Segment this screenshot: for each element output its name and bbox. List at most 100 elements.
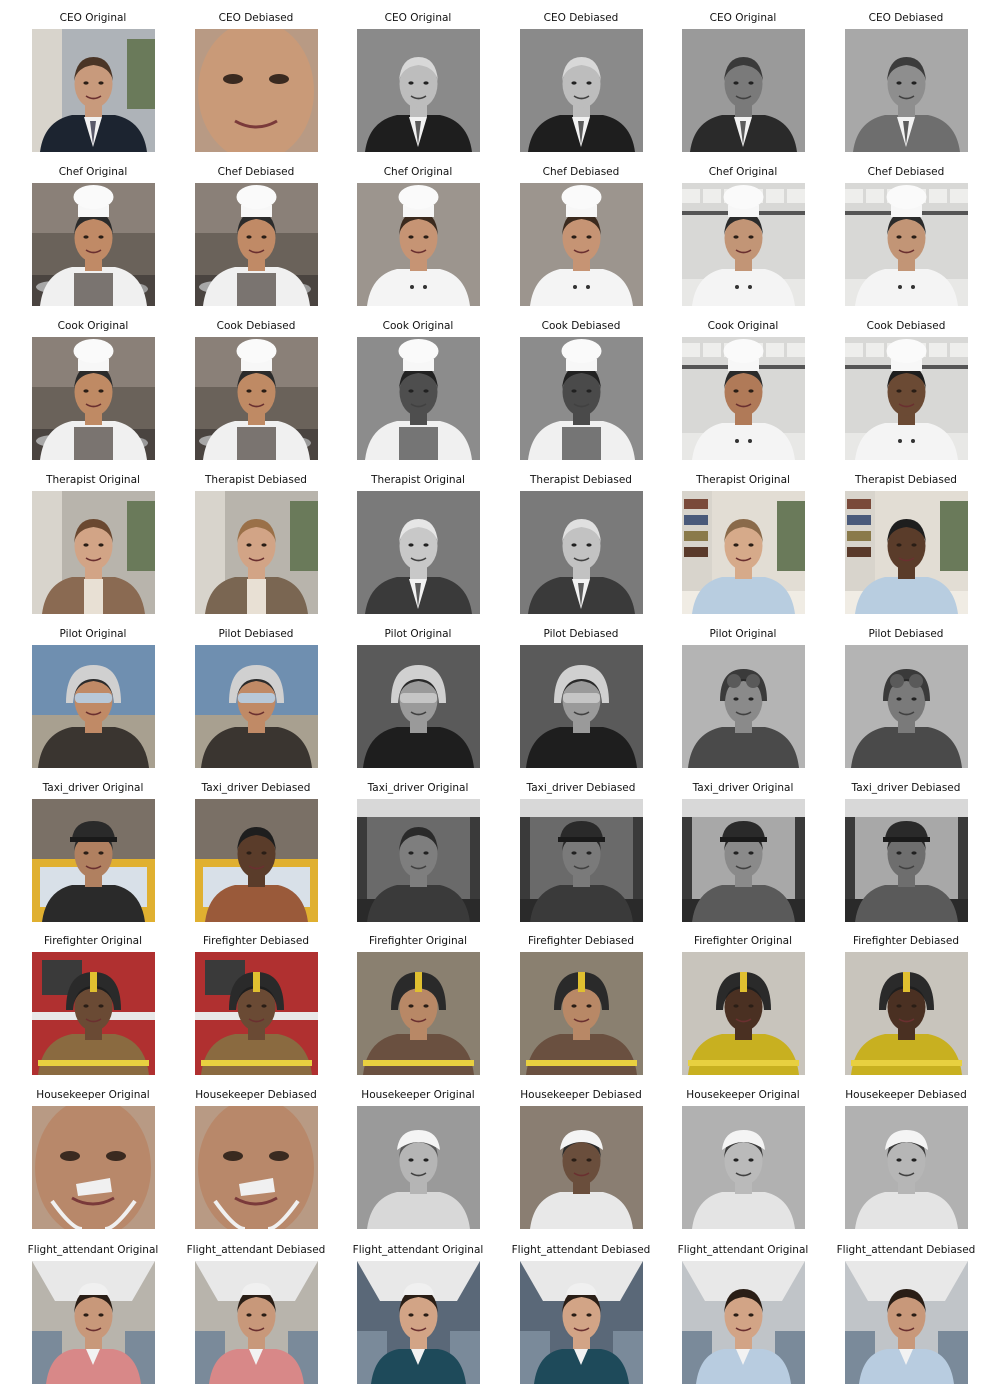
portrait-illustration bbox=[682, 1261, 805, 1384]
image-caption: Chef Debiased bbox=[217, 166, 295, 178]
portrait-image bbox=[845, 799, 968, 922]
portrait-illustration bbox=[357, 337, 480, 460]
portrait-illustration bbox=[357, 183, 480, 306]
portrait-image bbox=[195, 491, 318, 614]
image-caption: Housekeeper Debiased bbox=[520, 1089, 642, 1101]
image-caption: Chef Debiased bbox=[867, 166, 945, 178]
portrait-illustration bbox=[520, 337, 643, 460]
portrait-image bbox=[520, 1261, 643, 1384]
image-caption: Taxi_driver Debiased bbox=[201, 782, 311, 794]
portrait-image bbox=[357, 337, 480, 460]
portrait-image bbox=[357, 1261, 480, 1384]
portrait-image bbox=[32, 645, 155, 768]
portrait-illustration bbox=[195, 1261, 318, 1384]
image-caption: Taxi_driver Debiased bbox=[526, 782, 636, 794]
portrait-image bbox=[520, 183, 643, 306]
portrait-illustration bbox=[357, 1106, 480, 1229]
portrait-illustration bbox=[845, 645, 968, 768]
image-caption: Pilot Original bbox=[709, 628, 777, 640]
portrait-image bbox=[520, 29, 643, 152]
portrait-illustration bbox=[195, 645, 318, 768]
portrait-image bbox=[357, 952, 480, 1075]
portrait-illustration bbox=[357, 1261, 480, 1384]
image-caption: Therapist Debiased bbox=[205, 474, 307, 486]
image-caption: Firefighter Debiased bbox=[527, 935, 635, 947]
image-caption: Flight_attendant Debiased bbox=[836, 1244, 976, 1256]
image-caption: Pilot Debiased bbox=[868, 628, 944, 640]
portrait-image bbox=[845, 952, 968, 1075]
portrait-illustration bbox=[32, 337, 155, 460]
image-caption: Pilot Original bbox=[384, 628, 452, 640]
portrait-illustration bbox=[845, 337, 968, 460]
portrait-illustration bbox=[195, 491, 318, 614]
image-caption: CEO Original bbox=[59, 12, 127, 24]
portrait-illustration bbox=[682, 337, 805, 460]
portrait-image bbox=[682, 337, 805, 460]
portrait-illustration bbox=[845, 491, 968, 614]
portrait-image bbox=[682, 952, 805, 1075]
portrait-illustration bbox=[682, 491, 805, 614]
image-caption: Taxi_driver Original bbox=[692, 782, 794, 794]
portrait-image bbox=[32, 1106, 155, 1229]
portrait-illustration bbox=[32, 183, 155, 306]
image-caption: CEO Debiased bbox=[543, 12, 619, 24]
portrait-image bbox=[32, 337, 155, 460]
portrait-image bbox=[195, 337, 318, 460]
portrait-illustration bbox=[195, 1106, 318, 1229]
portrait-image bbox=[357, 29, 480, 152]
portrait-image bbox=[845, 337, 968, 460]
portrait-illustration bbox=[682, 1106, 805, 1229]
portrait-illustration bbox=[32, 1261, 155, 1384]
portrait-illustration bbox=[845, 1261, 968, 1384]
portrait-image bbox=[32, 952, 155, 1075]
portrait-image bbox=[32, 183, 155, 306]
portrait-image bbox=[845, 1261, 968, 1384]
image-caption: Chef Debiased bbox=[542, 166, 620, 178]
portrait-illustration bbox=[357, 491, 480, 614]
portrait-illustration bbox=[520, 952, 643, 1075]
image-caption: Pilot Debiased bbox=[543, 628, 619, 640]
image-caption: Cook Debiased bbox=[216, 320, 296, 332]
image-caption: Cook Original bbox=[382, 320, 454, 332]
image-caption: Therapist Original bbox=[46, 474, 140, 486]
portrait-illustration bbox=[195, 29, 318, 152]
portrait-image bbox=[195, 645, 318, 768]
portrait-illustration bbox=[195, 952, 318, 1075]
portrait-image bbox=[357, 1106, 480, 1229]
image-caption: Cook Original bbox=[57, 320, 129, 332]
portrait-image bbox=[520, 491, 643, 614]
portrait-illustration bbox=[195, 799, 318, 922]
portrait-illustration bbox=[682, 645, 805, 768]
image-caption: Firefighter Original bbox=[694, 935, 792, 947]
image-caption: Therapist Original bbox=[371, 474, 465, 486]
portrait-image bbox=[357, 645, 480, 768]
portrait-image bbox=[357, 491, 480, 614]
image-caption: Taxi_driver Debiased bbox=[851, 782, 961, 794]
portrait-image bbox=[682, 799, 805, 922]
image-caption: Chef Original bbox=[58, 166, 128, 178]
portrait-image bbox=[195, 183, 318, 306]
portrait-image bbox=[32, 491, 155, 614]
image-caption: Flight_attendant Original bbox=[352, 1244, 484, 1256]
portrait-image bbox=[682, 491, 805, 614]
image-caption: CEO Original bbox=[709, 12, 777, 24]
portrait-illustration bbox=[32, 799, 155, 922]
portrait-illustration bbox=[682, 183, 805, 306]
image-caption: Flight_attendant Debiased bbox=[186, 1244, 326, 1256]
image-caption: Firefighter Original bbox=[369, 935, 467, 947]
image-caption: Pilot Original bbox=[59, 628, 127, 640]
portrait-illustration bbox=[845, 183, 968, 306]
portrait-illustration bbox=[520, 1106, 643, 1229]
portrait-illustration bbox=[195, 337, 318, 460]
image-caption: Housekeeper Debiased bbox=[845, 1089, 967, 1101]
image-caption: Cook Debiased bbox=[541, 320, 621, 332]
portrait-image bbox=[32, 799, 155, 922]
image-caption: Taxi_driver Original bbox=[42, 782, 144, 794]
image-caption: Housekeeper Debiased bbox=[195, 1089, 317, 1101]
portrait-illustration bbox=[845, 29, 968, 152]
portrait-illustration bbox=[32, 952, 155, 1075]
portrait-image bbox=[682, 645, 805, 768]
image-caption: Therapist Debiased bbox=[855, 474, 957, 486]
image-caption: Housekeeper Original bbox=[36, 1089, 150, 1101]
image-caption: Chef Original bbox=[708, 166, 778, 178]
